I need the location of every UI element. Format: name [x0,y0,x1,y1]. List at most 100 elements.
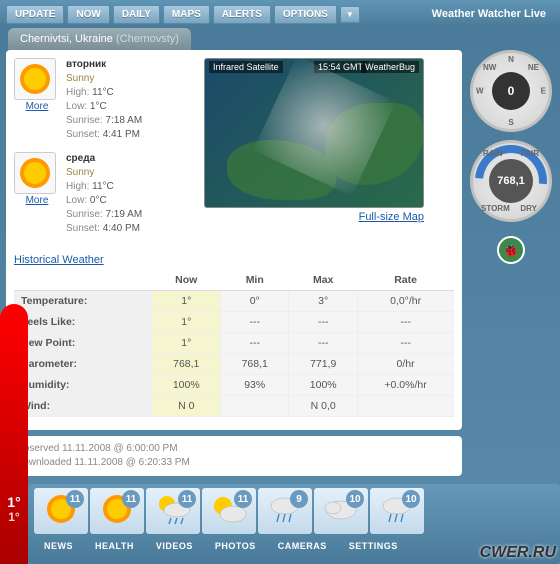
day-temp-badge: 11 [234,490,252,508]
day-temp-badge: 10 [402,490,420,508]
table-row: Dew Point: 1° --- --- --- [15,333,454,354]
compass-ne: NE [528,63,539,72]
stat-max: 100% [289,375,358,396]
photos-tab[interactable]: PHOTOS [205,538,266,554]
day-forecast-card[interactable]: 10 [370,488,424,534]
table-row: Humidity: 100% 93% 100% +0.0%/hr [15,375,454,396]
sunset-value: 4:41 PM [103,129,140,140]
now-button[interactable]: NOW [67,5,109,24]
stat-max: N 0,0 [289,396,358,417]
wind-gauge: N S E W NE NW 0 [470,50,552,132]
col-now: Now [152,270,221,291]
day-forecast-card[interactable]: 11 [34,488,88,534]
stat-now: 1° [152,291,221,312]
day-temp-badge: 9 [290,490,308,508]
stat-label: Humidity: [15,375,152,396]
more-link[interactable]: More [26,195,49,206]
stat-label: Temperature: [15,291,152,312]
videos-tab[interactable]: VIDEOS [146,538,203,554]
low-label: Low: [66,101,87,112]
day-temp-badge: 11 [178,490,196,508]
col-min: Min [221,270,289,291]
location-city: Chernivtsi, Ukraine [20,33,113,45]
app-window: UPDATE NOW DAILY MAPS ALERTS OPTIONS ▼ W… [0,0,560,564]
news-tab[interactable]: NEWS [34,538,83,554]
table-row: Wind: N 0 N 0,0 [15,396,454,417]
stat-now: N 0 [152,396,221,417]
day-forecast-card[interactable]: 11 [202,488,256,534]
stat-min: --- [221,312,289,333]
day-temp-badge: 11 [66,490,84,508]
main-panel: More вторник Sunny High: 11°C Low: 1°C S… [6,50,462,430]
baro-fair: FAIR [521,149,539,158]
low-value: 1°C [90,101,107,112]
daily-button[interactable]: DAILY [113,5,160,24]
stats-table: Now Min Max Rate Temperature: 1° 0° 3° 0… [14,270,454,417]
health-tab[interactable]: HEALTH [85,538,144,554]
current-temp: 1° [7,494,20,510]
map-source: WeatherBug [361,61,419,73]
day-forecast-card[interactable]: 11 [146,488,200,534]
options-dropdown-button[interactable]: ▼ [340,6,360,23]
forecast-day: среда [66,152,142,166]
barometer-gauge: RAIN FAIR STORM DRY 768,1 [470,140,552,222]
location-alt: (Chernovsty) [116,33,179,45]
high-value: 11°C [92,87,114,98]
stat-max: 3° [289,291,358,312]
sun-icon [14,58,56,100]
stat-rate: +0.0%/hr [358,375,454,396]
stat-label: Barometer: [15,354,152,375]
weatherbug-icon[interactable]: 🐞 [497,236,525,264]
location-tab[interactable]: Chernivtsi, Ukraine (Chernovsty) [8,28,191,50]
forecast-condition: Sunny [66,72,142,86]
compass-w: W [476,87,484,96]
maps-button[interactable]: MAPS [163,5,210,24]
satellite-map[interactable]: Infrared Satellite 15:54 GMT WeatherBug [204,58,424,208]
stat-max: --- [289,333,358,354]
day-forecast-card[interactable]: 9 [258,488,312,534]
compass-e: E [541,87,546,96]
settings-tab[interactable]: SETTINGS [339,538,408,554]
forecast-card: More вторник Sunny High: 11°C Low: 1°C S… [14,58,194,142]
stat-rate: 0/hr [358,354,454,375]
top-nav-bar: UPDATE NOW DAILY MAPS ALERTS OPTIONS ▼ W… [0,0,560,28]
more-link[interactable]: More [26,101,49,112]
stat-min: --- [221,333,289,354]
day-temp-badge: 10 [346,490,364,508]
high-value: 11°C [92,181,114,192]
stat-rate: --- [358,333,454,354]
sunrise-label: Sunrise: [66,115,103,126]
forecast-cards: More вторник Sunny High: 11°C Low: 1°C S… [14,58,194,246]
low-label: Low: [66,195,87,206]
observed-text: Observed 11.11.2008 @ 6:00:00 PM [16,442,452,456]
stat-rate: --- [358,312,454,333]
col-max: Max [289,270,358,291]
stat-now: 1° [152,312,221,333]
full-size-map-link[interactable]: Full-size Map [204,211,424,223]
location-tab-row: Chernivtsi, Ukraine (Chernovsty) [0,28,560,50]
meta-panel: Observed 11.11.2008 @ 6:00:00 PM Downloa… [6,436,462,476]
stat-min: 0° [221,291,289,312]
sunset-label: Sunset: [66,223,100,234]
downloaded-text: Downloaded 11.11.2008 @ 6:20:33 PM [16,456,452,470]
day-forecast-row: 11 11 11 11 9 10 10 [28,484,560,538]
alerts-button[interactable]: ALERTS [213,5,271,24]
thermometer-sidebar: 1° 1° [0,304,28,564]
low-value: 0°C [90,195,107,206]
update-button[interactable]: UPDATE [6,5,64,24]
baro-storm: STORM [481,204,510,213]
day-forecast-card[interactable]: 11 [90,488,144,534]
stat-label: Feels Like: [15,312,152,333]
day-forecast-card[interactable]: 10 [314,488,368,534]
col-rate: Rate [358,270,454,291]
sun-icon [14,152,56,194]
stat-now: 768,1 [152,354,221,375]
bottom-nav: NEWS HEALTH VIDEOS PHOTOS CAMERAS SETTIN… [28,538,560,554]
options-button[interactable]: OPTIONS [274,5,337,24]
gauge-column: N S E W NE NW 0 RAIN FAIR STORM DRY 768,… [468,50,554,264]
stat-label: Dew Point: [15,333,152,354]
cameras-tab[interactable]: CAMERAS [268,538,337,554]
stat-min: 93% [221,375,289,396]
high-label: High: [66,87,89,98]
historical-weather-link[interactable]: Historical Weather [14,254,104,266]
